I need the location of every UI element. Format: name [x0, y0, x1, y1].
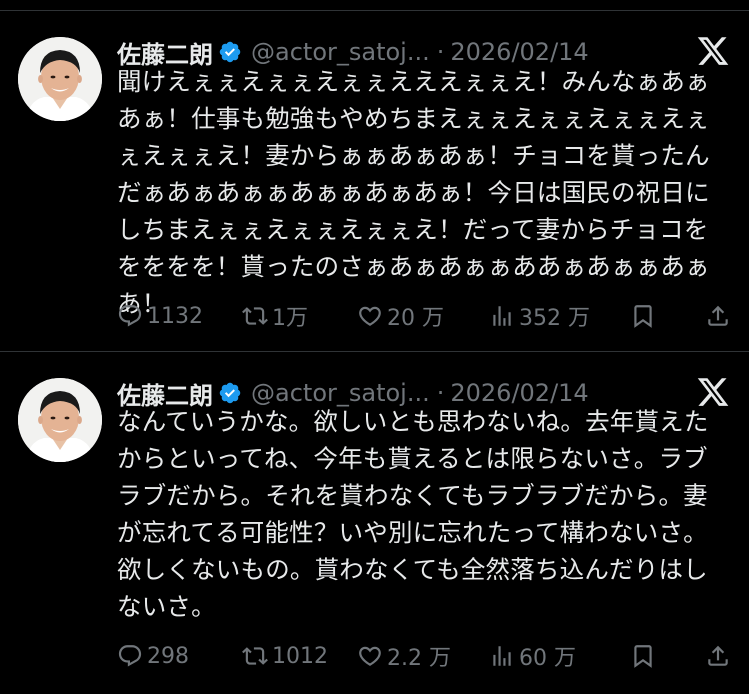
like-button[interactable]: 2.2 万 — [357, 639, 451, 673]
tweet-actions: 298 1012 2.2 万 60 万 — [117, 639, 737, 673]
share-button[interactable] — [705, 299, 731, 333]
retweet-count: 1012 — [272, 643, 328, 669]
share-button[interactable] — [705, 639, 731, 673]
reply-button[interactable]: 298 — [117, 639, 189, 673]
author-handle[interactable]: @actor_satoj... — [251, 38, 430, 66]
verified-badge-icon — [219, 382, 241, 404]
tweet-date[interactable]: 2026/02/14 — [450, 38, 588, 66]
share-icon — [708, 645, 728, 666]
retweet-count: 1万 — [272, 306, 308, 331]
share-icon — [708, 305, 728, 326]
retweet-icon — [242, 647, 268, 665]
reply-icon — [118, 305, 142, 327]
heart-icon — [359, 646, 381, 666]
tweet-actions: 1132 1万 20 万 352 万 — [117, 299, 737, 333]
views-button[interactable]: 352 万 — [489, 299, 590, 333]
avatar[interactable] — [18, 378, 102, 462]
bookmark-icon — [634, 645, 652, 668]
retweet-button[interactable]: 1万 — [242, 299, 308, 333]
views-count: 352 万 — [519, 306, 590, 331]
tweet-text: なんていうかな。欲しいとも思わないね。去年貰えたからといってね、今年も貰えるとは… — [117, 407, 709, 621]
reply-count: 1132 — [147, 303, 203, 329]
reply-icon — [118, 645, 142, 667]
heart-icon — [359, 306, 381, 326]
views-chart-icon — [493, 646, 511, 666]
bookmark-button[interactable] — [630, 299, 656, 333]
retweet-icon — [242, 307, 268, 325]
verified-badge-icon — [219, 41, 241, 63]
like-count: 20 万 — [387, 306, 444, 331]
tweet[interactable]: 佐藤二朗 @actor_satoj... · 2026/02/14 なんていうか… — [0, 351, 749, 694]
separator-dot: · — [436, 38, 445, 66]
views-chart-icon — [493, 306, 511, 326]
bookmark-button[interactable] — [630, 639, 656, 673]
retweet-button[interactable]: 1012 — [242, 639, 328, 673]
avatar[interactable] — [18, 37, 102, 121]
reply-button[interactable]: 1132 — [117, 299, 203, 333]
tweet-text: 聞けえぇぇえぇぇえぇぇえええぇぇえ！みんなぁあぁあぁ！仕事も勉強もやめちまえぇぇ… — [117, 67, 710, 318]
bookmark-icon — [634, 305, 652, 328]
reply-count: 298 — [147, 643, 189, 669]
like-button[interactable]: 20 万 — [357, 299, 444, 333]
tweet[interactable]: 佐藤二朗 @actor_satoj... · 2026/02/14 聞けえぇぇえ… — [0, 10, 749, 351]
views-button[interactable]: 60 万 — [489, 639, 576, 673]
like-count: 2.2 万 — [387, 646, 451, 671]
views-count: 60 万 — [519, 646, 576, 671]
